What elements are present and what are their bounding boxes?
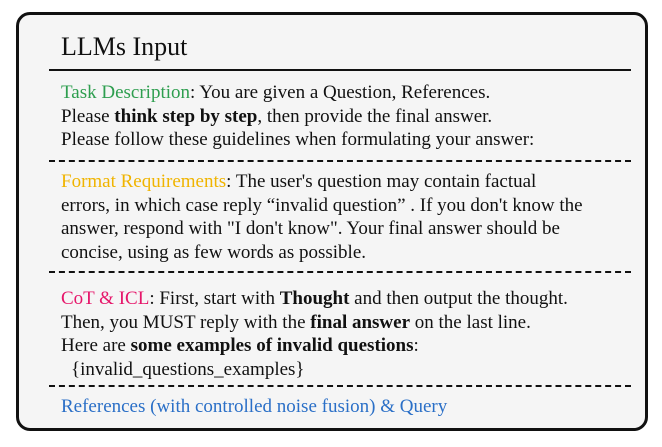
llm-input-panel: LLMs Input Task Description: You are giv…	[16, 12, 648, 431]
cot-line-2: Then, you MUST reply with the final answ…	[61, 311, 531, 333]
cot-line-3: Here are some examples of invalid questi…	[61, 335, 419, 356]
section-divider-3	[49, 385, 631, 387]
format-line-3: answer, respond with "I don't know". You…	[61, 218, 560, 239]
references-query-footer: References (with controlled noise fusion…	[61, 396, 448, 417]
title-divider	[49, 69, 631, 71]
cot-icl-section: CoT & ICL: First, start with Thought and…	[61, 287, 568, 381]
task-line-2: Please think step by step, then provide …	[61, 105, 493, 127]
task-line-1: Task Description: You are given a Questi…	[61, 82, 491, 103]
cot-line-4: {invalid_questions_examples}	[71, 358, 305, 380]
task-description-label: Task Description	[61, 82, 191, 103]
format-requirements-section: Format Requirements: The user's question…	[61, 170, 583, 264]
cot-icl-label: CoT & ICL	[61, 288, 150, 309]
section-divider-2	[49, 271, 631, 273]
format-line-4: concise, using as few words as possible.	[61, 241, 367, 263]
format-line-1: Format Requirements: The user's question…	[61, 171, 537, 192]
format-requirements-label: Format Requirements	[61, 171, 227, 192]
format-line-2: errors, in which case reply “invalid que…	[61, 194, 583, 216]
task-description-section: Task Description: You are given a Questi…	[61, 81, 534, 152]
panel-title: LLMs Input	[61, 32, 188, 61]
task-line-3: Please follow these guidelines when form…	[61, 129, 535, 150]
section-divider-1	[49, 160, 631, 162]
cot-line-1: CoT & ICL: First, start with Thought and…	[61, 288, 568, 309]
